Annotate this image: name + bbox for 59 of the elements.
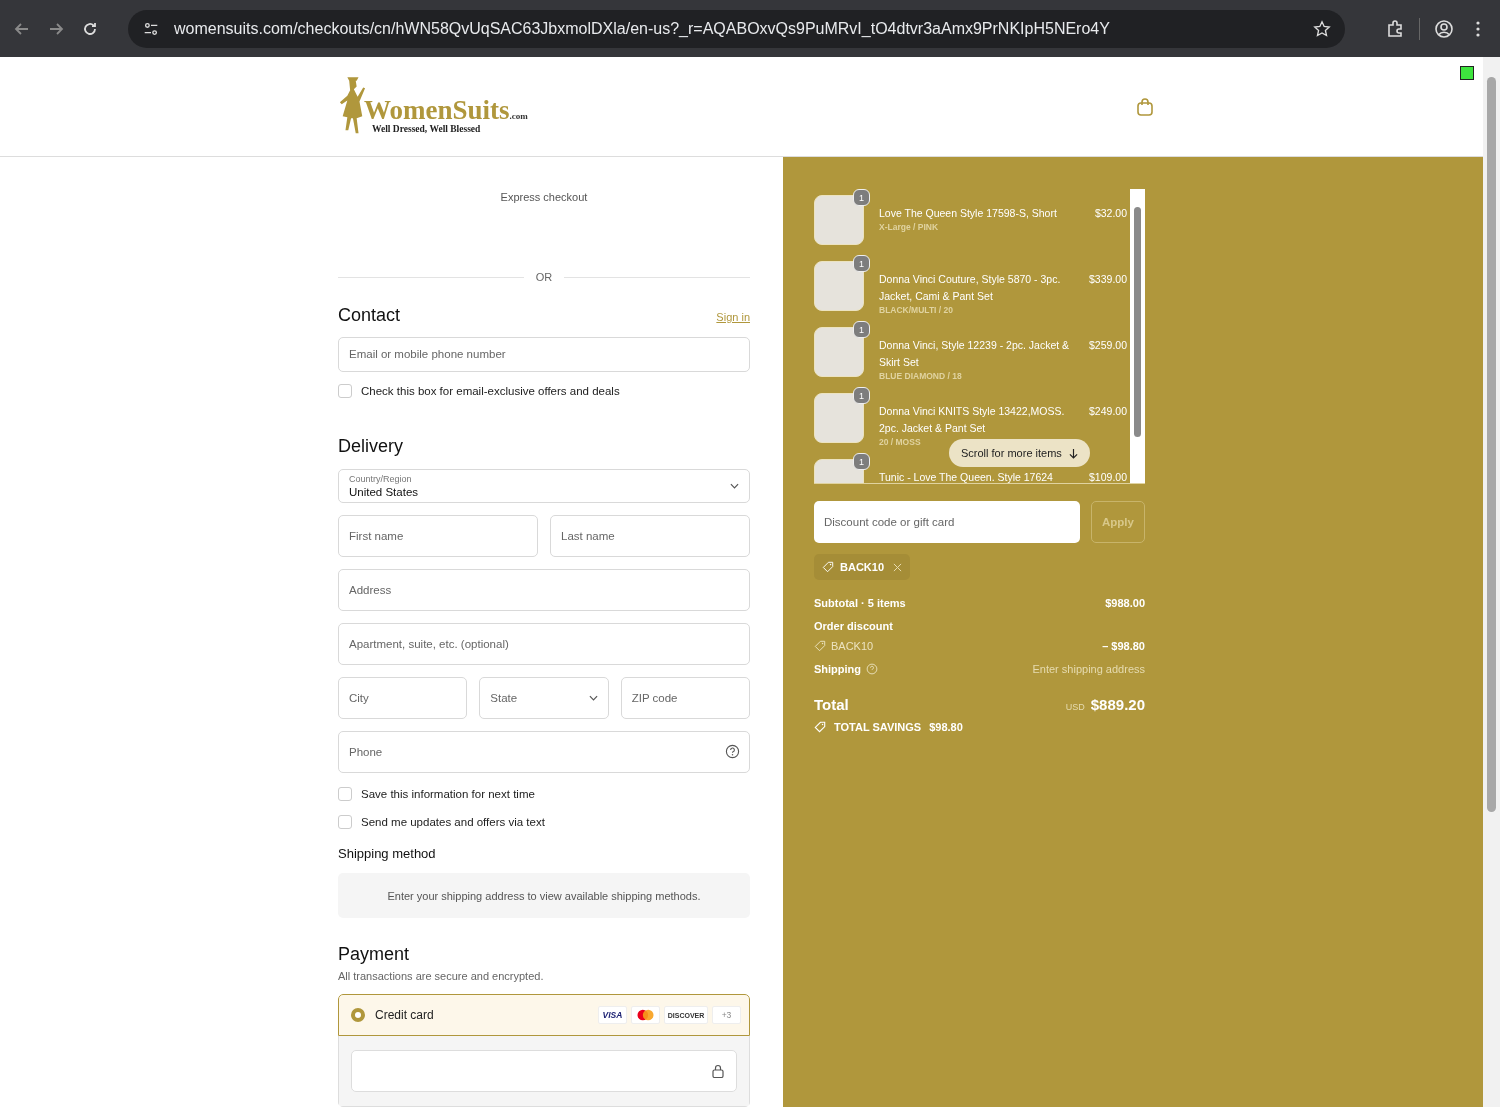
total-value: $889.20 xyxy=(1090,696,1145,713)
logo-domain: .com xyxy=(509,110,528,121)
subtotal-value: $988.00 xyxy=(1105,596,1145,610)
shipping-value: Enter shipping address xyxy=(1032,662,1145,676)
product-title: Love The Queen Style 17598-S, Short xyxy=(879,206,1058,221)
scroll-more-button[interactable]: Scroll for more items xyxy=(949,439,1090,467)
text-field[interactable]: Last name xyxy=(550,515,750,557)
product-price: $339.00 xyxy=(1088,272,1127,287)
checkbox-label: Save this information for next time xyxy=(361,787,535,800)
total-savings-label: TOTAL SAVINGS xyxy=(834,721,922,733)
country-select[interactable]: Country/Region United States xyxy=(338,468,750,503)
logo-tagline: Well Dressed, Well Blessed xyxy=(372,123,482,134)
quantity-badge: 1 xyxy=(853,321,870,338)
quantity-badge: 1 xyxy=(853,387,870,404)
phone-field[interactable]: Phone xyxy=(338,731,750,773)
product-price: $109.00 xyxy=(1088,470,1127,483)
text-field[interactable]: Apartment, suite, etc. (optional) xyxy=(338,623,750,665)
text-field[interactable]: Address xyxy=(338,569,750,611)
discount-tag: BACK10 xyxy=(814,554,910,580)
quantity-badge: 1 xyxy=(853,453,870,470)
product-title: Tunic - Love The Queen. Style 17624 xyxy=(879,470,1054,483)
product-variant: BLACK/MULTI / 20 xyxy=(879,305,954,315)
express-checkout-label: Express checkout xyxy=(499,191,589,203)
visa-logo: VISA xyxy=(598,1006,627,1024)
product-variant: X-Large / PINK xyxy=(879,222,940,232)
contact-heading: Contact xyxy=(338,305,401,326)
total-savings-value: $98.80 xyxy=(929,721,963,733)
order-discount-label: Order discount xyxy=(814,619,893,633)
subtotal-label: Subtotal · 5 items xyxy=(814,596,906,610)
shipping-method-heading: Shipping method xyxy=(338,846,437,861)
checkbox-label: Check this box for email-exclusive offers and deals xyxy=(361,384,620,397)
quantity-badge: 1 xyxy=(853,255,870,272)
or-divider-label: OR xyxy=(535,271,553,283)
currency-label: USD xyxy=(1065,702,1085,712)
discount-amount: – $98.80 xyxy=(1102,639,1145,653)
shipping-label: Shipping xyxy=(814,662,862,676)
quantity-badge: 1 xyxy=(853,189,870,206)
discount-code-label: BACK10 xyxy=(831,639,874,653)
email-field[interactable]: Email or mobile phone number xyxy=(338,337,750,372)
text-field[interactable]: City xyxy=(338,677,468,719)
payment-subtitle: All transactions are secure and encrypted. xyxy=(338,970,545,982)
text-field[interactable]: ZIP code xyxy=(620,677,750,719)
total-label: Total xyxy=(814,696,849,713)
product-price: $249.00 xyxy=(1088,404,1127,419)
product-title: Donna Vinci Couture, Style 5870 - 3pc. Jacket, Cami & Pant Set xyxy=(879,272,1062,304)
more-cards-badge: +3 xyxy=(712,1006,741,1024)
product-title: Donna Vinci, Style 12239 - 2pc. Jacket & Skirt Set xyxy=(879,338,1071,370)
product-variant: 20 / MOSS xyxy=(879,437,922,447)
state-select[interactable]: State xyxy=(479,677,609,719)
product-title: Donna Vinci KNITS Style 13422,MOSS. 2pc. Jacket & Pant Set xyxy=(879,404,1066,436)
product-variant: BLUE DIAMOND / 18 xyxy=(879,371,963,381)
delivery-heading: Delivery xyxy=(338,435,404,457)
shipping-notice: Enter your shipping address to view available shipping methods. xyxy=(338,873,750,918)
checkbox-label: Send me updates and offers via text xyxy=(361,815,545,828)
product-price: $259.00 xyxy=(1088,338,1127,353)
product-price: $32.00 xyxy=(1093,206,1127,221)
discount-code-field[interactable]: Discount code or gift card xyxy=(814,501,1080,543)
payment-heading: Payment xyxy=(338,944,411,965)
text-field[interactable]: First name xyxy=(338,515,538,557)
